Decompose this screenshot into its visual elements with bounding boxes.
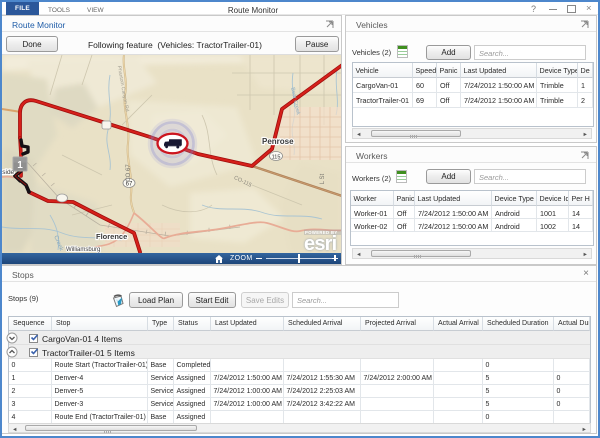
svg-text:L St: L St <box>320 173 326 184</box>
svg-text:115: 115 <box>272 155 281 161</box>
svg-text:CO 67: CO 67 <box>126 164 132 182</box>
svg-text:esri: esri <box>304 233 337 253</box>
svg-text:1: 1 <box>17 160 23 171</box>
svg-text:Florence: Florence <box>96 232 127 241</box>
svg-text:Penrose: Penrose <box>262 137 294 146</box>
